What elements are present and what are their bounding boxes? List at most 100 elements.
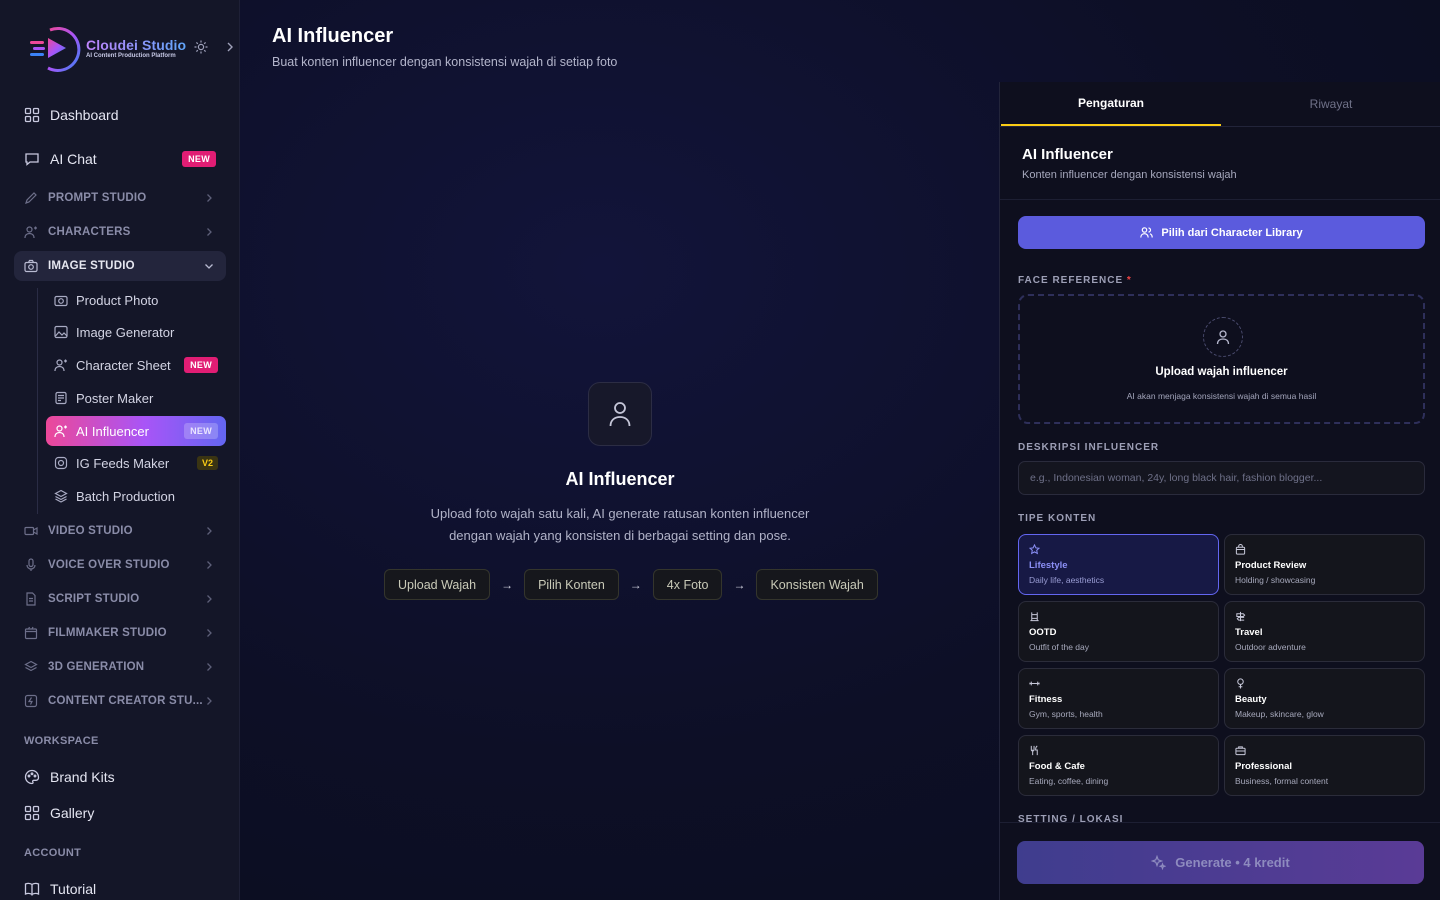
sidebar-item-gallery[interactable]: Gallery [14,797,226,829]
generate-button[interactable]: Generate • 4 kredit [1017,841,1424,884]
empty-state-desc-line: Upload foto wajah satu kali, AI generate… [430,506,810,521]
chevron-right-icon[interactable] [224,41,236,53]
content-type-desc: Business, formal content [1235,776,1329,786]
chevron-right-icon [207,527,212,535]
sidebar-item-label: AI Influencer [76,423,149,439]
instagram-icon [54,456,68,470]
content-type-product-review[interactable]: Product Review Holding / showcasing [1224,534,1425,595]
section-script-studio[interactable]: SCRIPT STUDIO [14,584,226,614]
user-plus-icon [24,226,37,239]
tab-divider [1000,126,1440,127]
submenu-guide-line [37,288,38,514]
face-upload-dropzone[interactable]: Upload wajah influencer AI akan menjaga … [1018,294,1425,424]
sidebar-item-image-generator[interactable]: Image Generator [46,317,226,347]
sun-icon[interactable] [194,40,208,54]
content-type-desc: Outdoor adventure [1235,642,1306,652]
camera-icon [24,259,38,273]
character-library-button[interactable]: Pilih dari Character Library [1018,216,1425,249]
grid-icon [24,107,40,123]
sparkle-venus-icon [1237,678,1244,689]
sidebar-item-tutorial[interactable]: Tutorial [14,873,226,900]
section-label: VIDEO STUDIO [48,525,133,537]
brand[interactable]: Cloudei Studio AI Content Production Pla… [28,24,238,72]
description-label: DESKRIPSI INFLUENCER [1018,442,1160,453]
chat-icon [25,153,39,166]
users-icon [1140,227,1154,238]
content-type-professional[interactable]: Professional Business, formal content [1224,735,1425,796]
influencer-description-input[interactable] [1018,461,1425,495]
sidebar-item-label: Dashboard [50,107,119,123]
arrow-right-icon: → [733,577,746,592]
settings-panel: Pengaturan Riwayat AI Influencer Konten … [999,82,1440,900]
content-type-name: Product Review [1235,560,1307,571]
section-voice-over-studio[interactable]: VOICE OVER STUDIO [14,550,226,580]
content-type-fitness[interactable]: Fitness Gym, sports, health [1018,668,1219,729]
page-subtitle: Buat konten influencer dengan konsistens… [272,55,618,69]
content-type-desc: Gym, sports, health [1029,709,1103,719]
empty-state-icon-box [588,382,652,446]
sidebar-item-ai-influencer[interactable]: AI Influencer NEW [46,416,226,446]
section-content-creator-studio[interactable]: CONTENT CREATOR STU... [14,686,226,716]
palette-icon [24,769,40,785]
image-icon [54,325,68,339]
section-prompt-studio[interactable]: PROMPT STUDIO [14,183,226,213]
sidebar-item-label: Image Generator [76,324,175,340]
sidebar-item-batch-production[interactable]: Batch Production [46,481,226,511]
video-icon [24,526,38,536]
content-type-name: Professional [1235,761,1293,772]
clapperboard-icon [24,626,38,640]
chevron-right-icon [207,228,212,236]
step-chip: Upload Wajah [384,569,491,600]
new-badge: NEW [184,357,218,373]
sidebar-item-ai-chat[interactable]: Dashboard AI Chat NEW [14,143,226,175]
content-type-food-cafe[interactable]: Food & Cafe Eating, coffee, dining [1018,735,1219,796]
sidebar-item-brand-kits[interactable]: Brand Kits [14,761,226,793]
bag-icon [1235,544,1246,555]
section-label: CHARACTERS [48,226,131,238]
utensils-icon [1030,745,1038,756]
section-label: PROMPT STUDIO [48,192,147,204]
empty-state-title: AI Influencer [565,469,675,489]
account-label: ACCOUNT [24,847,82,859]
required-mark: * [1126,275,1132,286]
chevron-right-icon [207,561,212,569]
brand-name: Cloudei Studio [86,37,187,53]
sidebar-item-ig-feeds-maker[interactable]: IG Feeds Maker V2 [46,448,226,478]
tab-riwayat[interactable]: Riwayat [1221,82,1440,126]
sidebar-item-character-sheet[interactable]: Character Sheet NEW [46,350,226,380]
section-filmmaker-studio[interactable]: FILMMAKER STUDIO [14,618,226,648]
user-icon [609,402,631,427]
page-title: AI Influencer [272,25,394,47]
tab-pengaturan[interactable]: Pengaturan [1001,82,1221,126]
content-type-travel[interactable]: Travel Outdoor adventure [1224,601,1425,662]
arrow-right-icon: → [501,577,514,592]
empty-state-desc-line: dengan wajah yang konsisten di berbagai … [449,528,791,543]
upload-icon-circle [1203,317,1243,357]
brand-tagline: AI Content Production Platform [86,53,176,59]
panel-divider [1000,199,1440,200]
content-type-ootd[interactable]: OOTD Outfit of the day [1018,601,1219,662]
section-image-studio[interactable]: IMAGE STUDIO [14,251,226,281]
workflow-steps: Upload Wajah → Pilih Konten → 4x Foto → … [384,569,878,600]
section-characters[interactable]: CHARACTERS [14,217,226,247]
sidebar-item-label: Poster Maker [76,390,154,406]
sidebar-item-poster-maker[interactable]: Poster Maker [46,383,226,413]
chevron-right-icon [207,697,212,705]
sidebar-item-product-photo[interactable]: Product Photo [46,285,226,315]
content-type-beauty[interactable]: Beauty Makeup, skincare, glow [1224,668,1425,729]
content-type-lifestyle[interactable]: Lifestyle Daily life, aesthetics [1018,534,1219,595]
section-label: FILMMAKER STUDIO [48,627,167,639]
user-plus-icon [54,359,67,372]
sidebar-item-label: Brand Kits [50,769,115,785]
section-3d-generation[interactable]: 3D GENERATION [14,652,226,682]
sidebar-item-dashboard[interactable]: Dashboard [14,99,226,131]
content-type-name: OOTD [1029,627,1057,638]
section-label: IMAGE STUDIO [48,260,135,272]
v2-badge: V2 [196,456,218,470]
content-type-name: Travel [1235,627,1263,638]
sidebar-item-label: Gallery [50,805,95,821]
document-icon [26,592,36,606]
section-video-studio[interactable]: VIDEO STUDIO [14,516,226,546]
signpost-icon [1236,611,1246,622]
grid-icon [24,805,40,821]
